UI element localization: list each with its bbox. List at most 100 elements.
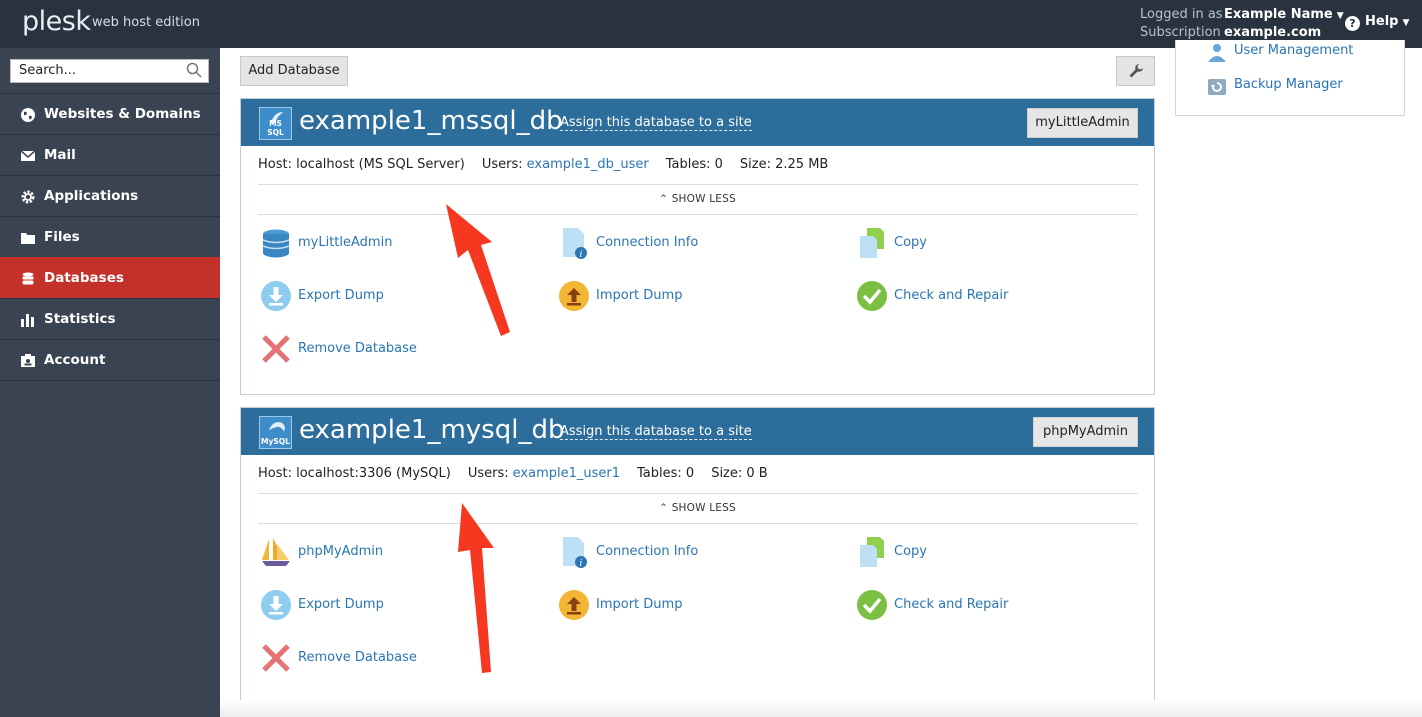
host-info: Host: localhost:3306 (MySQL) <box>258 466 451 481</box>
database-size: Size: 2.25 MB <box>739 157 829 172</box>
database-name: example1_mysql_db <box>299 415 565 445</box>
tools-side-panel: User Management Backup Manager <box>1175 40 1405 116</box>
database-info: Host: localhost:3306 (MySQL) Users: exampl… <box>258 466 785 481</box>
sidebar-item-databases[interactable]: Databases <box>0 257 220 298</box>
mylittleadmin-button[interactable]: myLittleAdmin <box>1027 108 1138 138</box>
logged-in-label: Logged in as <box>1140 7 1223 22</box>
search-input[interactable]: Search... <box>10 59 209 83</box>
connection-info-action[interactable]: i Connection Info <box>563 228 698 259</box>
help-menu[interactable]: ? Help ▼ <box>1345 14 1409 31</box>
tables-count: Tables: 0 <box>637 466 695 481</box>
plesk-logo[interactable]: plesk <box>22 6 91 37</box>
account-info: Logged in as Example Name ▼ Subscription … <box>1140 6 1344 42</box>
copy-action[interactable]: Copy <box>860 537 927 567</box>
show-less-toggle[interactable]: ⌃ SHOW LESS <box>241 193 1154 205</box>
gear-icon <box>21 190 35 204</box>
sidebar-item-statistics[interactable]: Statistics <box>0 298 220 339</box>
copy-action[interactable]: Copy <box>860 228 927 258</box>
svg-text:i: i <box>580 559 583 568</box>
import-dump-action[interactable]: Import Dump <box>559 281 682 311</box>
add-database-button[interactable]: Add Database <box>240 56 348 86</box>
user-icon <box>1208 44 1226 62</box>
connection-info-action[interactable]: i Connection Info <box>563 537 698 568</box>
database-name: example1_mssql_db <box>299 106 563 136</box>
database-info: Host: localhost (MS SQL Server) Users: exa… <box>258 157 845 172</box>
database-card-header: MySQL example1_mysql_db Assign this data… <box>241 408 1154 455</box>
upload-icon <box>559 281 589 311</box>
document-info-icon: i <box>563 228 587 259</box>
sidebar-item-account[interactable]: Account <box>0 339 220 380</box>
database-card: MS SQL example1_mssql_db Assign this dat… <box>240 98 1155 395</box>
download-icon <box>261 281 291 311</box>
user-management-link[interactable]: User Management <box>1234 43 1353 58</box>
mysql-icon: MySQL <box>259 416 292 449</box>
annotation-arrow <box>446 204 510 336</box>
annotation-arrow <box>458 503 494 673</box>
globe-icon <box>21 108 35 122</box>
users-label: Users: <box>481 157 523 172</box>
phpmyadmin-button[interactable]: phpMyAdmin <box>1033 417 1138 447</box>
help-label: Help <box>1365 14 1399 29</box>
show-less-toggle[interactable]: ⌃ SHOW LESS <box>241 502 1154 514</box>
close-icon <box>262 335 290 363</box>
subscription-label: Subscription <box>1140 25 1221 40</box>
upload-icon <box>559 590 589 620</box>
sidebar-item-label: Account <box>44 352 106 368</box>
database-card: MySQL example1_mysql_db Assign this data… <box>240 407 1155 704</box>
checkmark-icon <box>857 590 887 620</box>
sidebar-item-files[interactable]: Files <box>0 216 220 257</box>
import-dump-action[interactable]: Import Dump <box>559 590 682 620</box>
subscription-value[interactable]: example.com <box>1224 25 1321 40</box>
sidebar-item-websites-domains[interactable]: Websites & Domains <box>0 93 220 134</box>
sidebar: Search... Websites & Domains Mail Applic… <box>0 48 220 717</box>
backup-manager-link[interactable]: Backup Manager <box>1234 77 1343 92</box>
remove-database-action[interactable]: Remove Database <box>262 644 417 672</box>
user-name-menu[interactable]: Example Name <box>1224 7 1333 22</box>
assign-to-site-link[interactable]: Assign this database to a site <box>560 424 752 440</box>
scroll-edge <box>220 700 1422 717</box>
divider <box>258 493 1138 494</box>
checkmark-icon <box>857 281 887 311</box>
copy-icon <box>860 228 884 258</box>
search-placeholder: Search... <box>19 63 77 78</box>
divider <box>258 523 1138 524</box>
remove-database-action[interactable]: Remove Database <box>262 335 417 363</box>
help-icon: ? <box>1345 16 1360 31</box>
envelope-icon <box>20 150 36 161</box>
wrench-icon <box>1129 64 1143 78</box>
export-dump-action[interactable]: Export Dump <box>261 590 384 620</box>
mylittleadmin-action[interactable]: myLittleAdmin <box>262 229 392 258</box>
database-icon <box>22 272 34 285</box>
export-dump-action[interactable]: Export Dump <box>261 281 384 311</box>
copy-icon <box>860 537 884 567</box>
sidebar-item-applications[interactable]: Applications <box>0 175 220 216</box>
sidebar-item-label: Websites & Domains <box>44 106 201 122</box>
logo-edition: web host edition <box>92 15 200 30</box>
sidebar-item-mail[interactable]: Mail <box>0 134 220 175</box>
nav-divider <box>0 380 220 381</box>
divider <box>258 184 1138 185</box>
account-card-icon <box>21 354 35 367</box>
check-repair-action[interactable]: Check and Repair <box>857 590 1008 620</box>
chevron-down-icon[interactable]: ▼ <box>1337 11 1344 21</box>
sidebar-item-label: Statistics <box>44 311 116 327</box>
database-user-link[interactable]: example1_db_user <box>527 157 649 172</box>
sidebar-item-label: Applications <box>44 188 139 204</box>
assign-to-site-link[interactable]: Assign this database to a site <box>560 115 752 131</box>
host-info: Host: localhost (MS SQL Server) <box>258 157 465 172</box>
tools-button[interactable] <box>1116 56 1155 86</box>
download-icon <box>261 590 291 620</box>
bar-chart-icon <box>21 314 34 327</box>
sidebar-item-label: Databases <box>44 270 124 286</box>
database-card-header: MS SQL example1_mssql_db Assign this dat… <box>241 99 1154 146</box>
check-repair-action[interactable]: Check and Repair <box>857 281 1008 311</box>
phpmyadmin-action[interactable]: phpMyAdmin <box>262 538 383 566</box>
sidebar-item-label: Mail <box>44 147 76 163</box>
divider <box>258 214 1138 215</box>
users-label: Users: <box>467 466 509 481</box>
chevron-up-icon: ⌃ <box>659 193 672 205</box>
search-icon[interactable] <box>186 62 202 78</box>
database-user-link[interactable]: example1_user1 <box>513 466 620 481</box>
database-cylinder-icon <box>262 229 290 258</box>
folder-icon <box>21 233 35 244</box>
